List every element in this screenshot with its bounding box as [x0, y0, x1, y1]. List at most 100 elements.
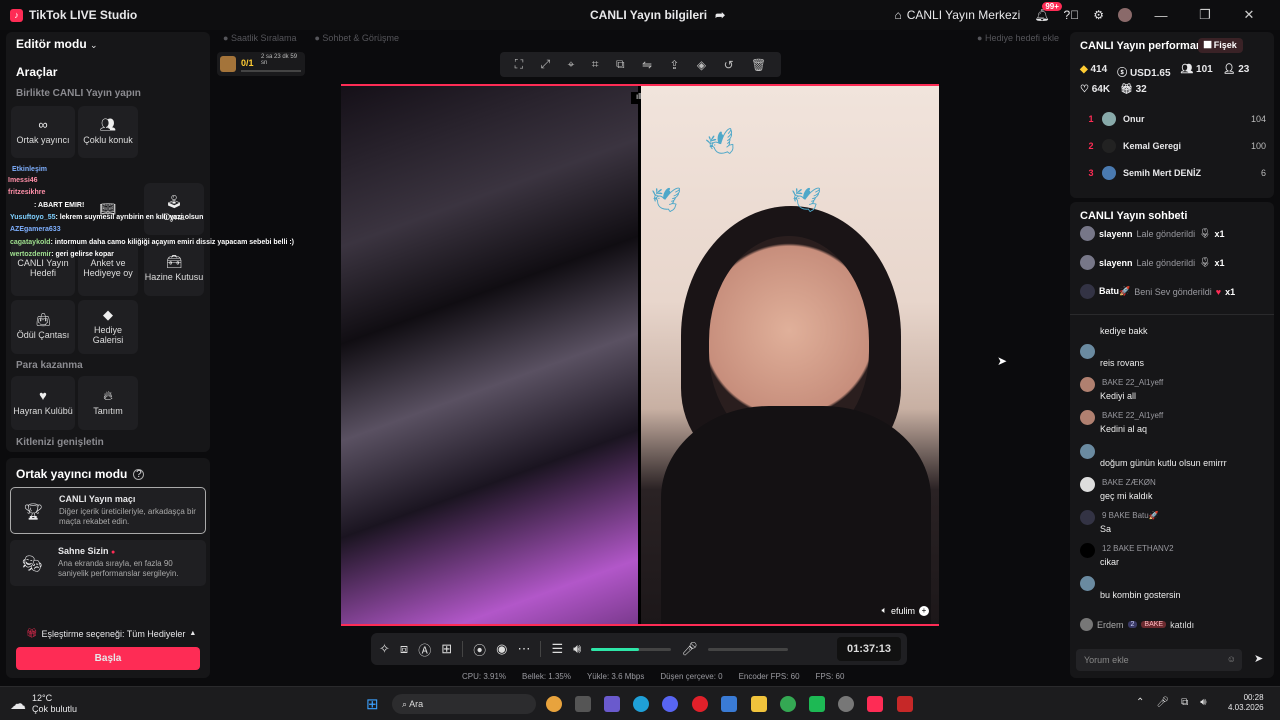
ai-icon[interactable]: Ⓐ [418, 640, 431, 659]
add-icon[interactable]: + [919, 605, 929, 616]
tab-hourly-ranking[interactable]: ● Saatlik Sıralama [223, 33, 296, 43]
overlay-chat: Etkinleşim Imessi46 fritzesikhre : ABART… [0, 164, 330, 264]
weather-widget[interactable]: ☁ 12°C Çok bulutlu [10, 693, 77, 715]
live-info-link[interactable]: CANLI Yayın bilgileri ➦ [590, 8, 725, 22]
minimize-button[interactable]: — [1146, 8, 1176, 23]
discord-icon[interactable] [662, 696, 678, 712]
add-source-icon[interactable]: ⊞ [441, 641, 452, 657]
opera-icon[interactable] [692, 696, 708, 712]
chevron-up-icon: ⌃ [1136, 697, 1145, 708]
magic-wand-icon[interactable]: ✧ [379, 641, 390, 657]
move-up-icon[interactable]: ⇪ [669, 58, 679, 72]
send-icon[interactable]: ➤ [1254, 652, 1263, 665]
gift-goal-button[interactable]: ● Hediye hedefi ekle [977, 33, 1059, 43]
pin-icon: ● [977, 33, 983, 43]
audience-label: Kitlenizi genişletin [16, 437, 104, 448]
tool-reward-bag[interactable]: 👜︎ Ödül Çantası [11, 300, 75, 354]
start-button[interactable]: Başla [16, 647, 200, 670]
chrome-alt-icon[interactable] [780, 696, 796, 712]
close-button[interactable]: ✕ [1234, 7, 1264, 23]
avatar[interactable] [1118, 8, 1132, 22]
chrome-icon[interactable] [546, 696, 562, 712]
host-video [341, 86, 638, 624]
coin-icon: ◆ [1080, 64, 1088, 75]
mail-icon[interactable] [721, 696, 737, 712]
stage-tabs: ● Saatlik Sıralama ● Sohbet & Görüşme [223, 33, 399, 43]
perf-stats-row-2: ♡ 64K 🎁︎ 32 [1080, 84, 1147, 95]
tab-chat-call[interactable]: ● Sohbet & Görüşme [314, 33, 398, 43]
stage-card[interactable]: 🎭︎ Sahne Sizin ● Ana ekranda sırayla, en… [10, 540, 206, 586]
stage-controls: ✧ ⧈ Ⓐ ⊞ ⦿ ◉ ⋯ ☰ 🔊︎ 🎤︎ 01:37:13 [371, 633, 907, 665]
avatar [1080, 284, 1095, 299]
tiktok-logo-icon: ♪ [10, 8, 23, 22]
ranking-row[interactable]: 3 Semih Mert DENİZ 6 [1080, 166, 1266, 180]
avatar [1080, 255, 1095, 270]
avatar [1080, 618, 1093, 631]
help-icon[interactable]: ?⃝ [1064, 8, 1080, 22]
crosshair-icon[interactable]: ⌖ [568, 57, 575, 72]
tool-multi-guest[interactable]: 👥︎ Çoklu konuk [78, 106, 138, 158]
tool-gift-gallery[interactable]: ◆ Hediye Galerisi [78, 300, 138, 354]
steam-icon[interactable] [838, 696, 854, 712]
avatar [1080, 410, 1095, 425]
tool-fan-club[interactable]: ♥ Hayran Kulübü [11, 376, 75, 430]
live-timer: 01:37:13 [837, 637, 901, 661]
microphone-icon: 🎤︎ [1156, 697, 1170, 708]
expand-icon[interactable]: ⤢ [541, 57, 551, 72]
fullscreen-icon[interactable]: ⛶ [515, 57, 523, 72]
live-center-button[interactable]: ⌂ CANLI Yayın Merkezi [894, 8, 1020, 22]
system-tray[interactable]: ⌃ 🎤︎ ⧉ 🔊︎ [1136, 697, 1207, 708]
record-icon[interactable]: ⦿ [473, 640, 486, 659]
camera-icon[interactable]: ◉ [496, 641, 507, 657]
live-match-card[interactable]: 🏆︎ CANLI Yayın maçı Diğer içerik üretici… [10, 487, 206, 534]
tiktok-studio-icon[interactable] [867, 696, 883, 712]
editor-mode-dropdown[interactable]: Editör modu ⌄ [16, 37, 98, 51]
trash-icon[interactable]: 🗑︎ [751, 58, 766, 72]
video-app-icon[interactable] [897, 696, 913, 712]
layers-icon[interactable]: ◈ [697, 58, 706, 72]
volume-icon[interactable]: 🔊︎ [573, 641, 581, 657]
mic-slider[interactable] [707, 647, 788, 651]
copy-icon[interactable]: ⧉ [616, 57, 625, 72]
volume-slider[interactable] [591, 647, 672, 651]
ranking-row[interactable]: 1 Onur 104 [1080, 112, 1266, 126]
share-icon: ➦ [715, 8, 726, 22]
reset-icon[interactable]: ↺ [724, 58, 734, 72]
maximize-button[interactable]: ❐ [1190, 7, 1220, 23]
teams-icon[interactable] [604, 696, 620, 712]
settings-gear-icon[interactable]: ⚙ [1093, 8, 1104, 22]
notifications-button[interactable]: 🔔︎ 99+ [1034, 2, 1062, 22]
app-title: ♪ TikTok LIVE Studio [0, 8, 137, 22]
edge-icon[interactable] [633, 696, 649, 712]
windows-start-icon[interactable]: ⊞ [366, 695, 379, 713]
flip-icon[interactable]: ⇋ [642, 58, 652, 72]
perf-stats-row-1: ◆ 414 ⓢ USD1.65 👥︎ 101 👤︎ 23 [1080, 64, 1250, 79]
tool-promote[interactable]: 🔥︎ Tanıtım [78, 376, 138, 430]
fire-badge[interactable]: 🎆︎ Fişek [1198, 38, 1243, 53]
crop-icon[interactable]: ⌗ [592, 57, 599, 72]
stage-icon: 🎭︎ [22, 556, 43, 573]
heart-icon: ♥ [39, 387, 47, 403]
effects-icon[interactable]: ⧈ [400, 641, 408, 657]
comment-input[interactable]: Yorum ekle ☺ [1076, 649, 1242, 671]
home-icon: ⌂ [894, 8, 902, 22]
ranking-row[interactable]: 2 Kemal Geregi 100 [1080, 139, 1266, 153]
bird-icon: 🕊︎ [651, 187, 682, 214]
mixer-icon[interactable]: ☰ [551, 641, 563, 657]
task-view-icon[interactable] [575, 696, 591, 712]
folder-icon[interactable] [751, 696, 767, 712]
help-icon[interactable]: ? [133, 468, 145, 480]
live-preview[interactable]: ıllı 🕊︎ 🕊︎ 🕊︎ 🔈︎ efulim + [341, 84, 939, 626]
match-option-dropdown[interactable]: 🎁︎ Eşleştirme seçeneği: Tüm Hediyeler ▲ [26, 628, 196, 639]
more-icon[interactable]: ⋯ [517, 641, 530, 657]
taskbar-search[interactable]: ⌕ Ara [392, 694, 536, 714]
tool-cohost[interactable]: ∞ Ortak yayıncı [11, 106, 75, 158]
goal-progress-widget[interactable]: 0/1 2 sa 23 dk 59 sn [217, 52, 305, 76]
clock[interactable]: 00:28 4.03.2026 [1228, 693, 1264, 714]
app-icon[interactable] [809, 696, 825, 712]
heart-gift-icon: ♥ [1215, 286, 1222, 297]
guest-body [661, 406, 931, 624]
divider [540, 641, 542, 657]
divider [1070, 314, 1274, 315]
microphone-icon[interactable]: 🎤︎ [681, 641, 698, 657]
